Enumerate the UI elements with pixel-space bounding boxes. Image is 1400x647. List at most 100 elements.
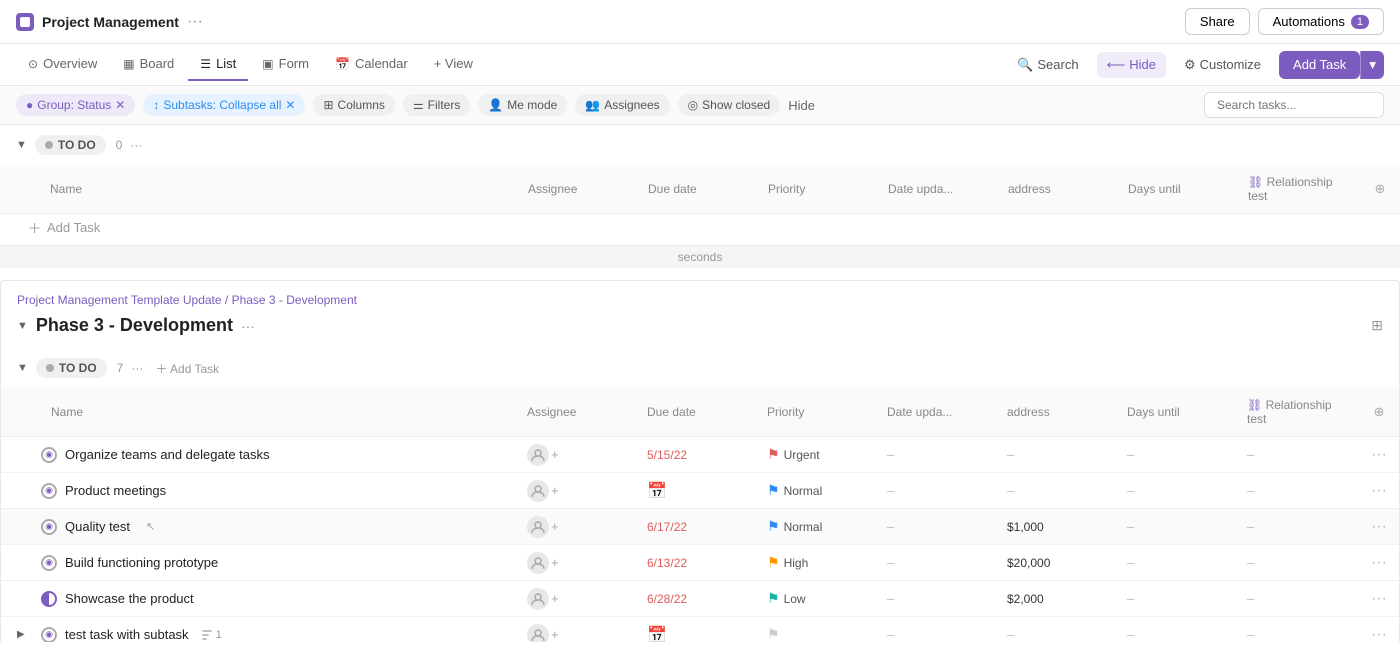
task-daysuntil-1: – bbox=[1119, 441, 1239, 468]
phase3-group-more[interactable]: ··· bbox=[131, 361, 143, 375]
phase3-collapse-arrow[interactable]: ▼ bbox=[17, 320, 28, 332]
task-name-6[interactable]: test task with subtask bbox=[65, 627, 189, 642]
task-dateupd-5: – bbox=[879, 585, 999, 612]
priority-flag-1: ⚑ bbox=[767, 446, 780, 463]
subtasks-close-icon[interactable]: ✕ bbox=[285, 98, 295, 112]
task-more-3[interactable]: ··· bbox=[1359, 518, 1399, 536]
assignee-plus-4[interactable]: + bbox=[551, 555, 559, 570]
priority-badge-3: ⚑ Normal bbox=[767, 518, 822, 535]
task-priority-5[interactable]: ⚑ Low bbox=[759, 584, 879, 613]
assignee-icon-2[interactable] bbox=[527, 480, 549, 502]
task-more-4[interactable]: ··· bbox=[1359, 554, 1399, 572]
tab-board-label: Board bbox=[140, 56, 175, 71]
task-duedate-3[interactable]: 6/17/22 bbox=[639, 514, 759, 540]
section-todo-top: ▼ TO DO 0 ··· Name Assignee Due date Pri… bbox=[0, 125, 1400, 246]
task-status-2[interactable]: ◉ bbox=[41, 483, 57, 499]
add-task-button[interactable]: Add Task bbox=[1279, 51, 1360, 79]
task-more-5[interactable]: ··· bbox=[1359, 590, 1399, 608]
tab-board[interactable]: ▦ Board bbox=[111, 48, 186, 81]
task-address-1: – bbox=[999, 441, 1119, 468]
task-duedate-5[interactable]: 6/28/22 bbox=[639, 586, 759, 612]
cursor-indicator: ↖ bbox=[146, 520, 155, 533]
task-status-4[interactable]: ◉ bbox=[41, 555, 57, 571]
task-name-2[interactable]: Product meetings bbox=[65, 483, 166, 498]
task-assignee-2: + bbox=[519, 474, 639, 508]
phase3-grid-icon[interactable]: ⊞ bbox=[1371, 317, 1383, 334]
assignee-icon-5[interactable] bbox=[527, 588, 549, 610]
col-daysuntil-top: Days until bbox=[1120, 176, 1240, 202]
col-add-p3[interactable]: ⊕ bbox=[1359, 398, 1399, 426]
task-name-1[interactable]: Organize teams and delegate tasks bbox=[65, 447, 270, 462]
col-add-top[interactable]: ⊕ bbox=[1360, 175, 1400, 203]
task-duedate-1[interactable]: 5/15/22 bbox=[639, 442, 759, 468]
task-more-1[interactable]: ··· bbox=[1359, 446, 1399, 464]
task-name-4[interactable]: Build functioning prototype bbox=[65, 555, 218, 570]
assignee-plus-5[interactable]: + bbox=[551, 591, 559, 606]
add-task-dropdown-button[interactable]: ▾ bbox=[1360, 51, 1384, 79]
assignee-plus-1[interactable]: + bbox=[551, 447, 559, 462]
assignee-icon-3[interactable] bbox=[527, 516, 549, 538]
task-priority-1[interactable]: ⚑ Urgent bbox=[759, 440, 879, 469]
project-menu-dots[interactable]: ··· bbox=[187, 13, 203, 31]
automations-button[interactable]: Automations 1 bbox=[1258, 8, 1384, 35]
task-more-6[interactable]: ··· bbox=[1359, 626, 1399, 643]
group-status-chip[interactable]: ● Group: Status ✕ bbox=[16, 94, 135, 116]
phase3-add-task-inline[interactable]: ＋ Add Task bbox=[155, 360, 219, 377]
phase3-dots[interactable]: ··· bbox=[241, 318, 255, 334]
hide-toolbar-button[interactable]: Hide bbox=[788, 98, 815, 113]
tab-list[interactable]: ☰ List bbox=[188, 48, 248, 81]
task-status-3[interactable]: ◉ bbox=[41, 519, 57, 535]
tab-form[interactable]: ▣ Form bbox=[250, 48, 321, 81]
group-status-close-icon[interactable]: ✕ bbox=[115, 98, 125, 112]
task-more-2[interactable]: ··· bbox=[1359, 482, 1399, 500]
task-duedate-4[interactable]: 6/13/22 bbox=[639, 550, 759, 576]
tab-calendar[interactable]: 📅 Calendar bbox=[323, 48, 420, 81]
task-priority-4[interactable]: ⚑ High bbox=[759, 548, 879, 577]
task-priority-3[interactable]: ⚑ Normal bbox=[759, 512, 879, 541]
share-button[interactable]: Share bbox=[1185, 8, 1250, 35]
phase3-status-badge: TO DO bbox=[36, 358, 107, 378]
assignee-icon-1[interactable] bbox=[527, 444, 549, 466]
task-priority-6[interactable]: ⚑ bbox=[759, 620, 879, 642]
me-mode-label: Me mode bbox=[507, 98, 557, 112]
task-status-6[interactable]: ◉ bbox=[41, 627, 57, 643]
me-mode-chip[interactable]: 👤 Me mode bbox=[478, 94, 567, 116]
collapse-arrow-top[interactable]: ▼ bbox=[16, 139, 27, 151]
add-task-row-top[interactable]: ＋ Add Task bbox=[0, 214, 1400, 245]
subtasks-chip[interactable]: ↕ Subtasks: Collapse all ✕ bbox=[143, 94, 305, 116]
hide-nav-button[interactable]: ⟵ Hide bbox=[1097, 52, 1166, 78]
assignee-icon-4[interactable] bbox=[527, 552, 549, 574]
filters-chip[interactable]: ⚌ Filters bbox=[403, 94, 470, 116]
task-assignee-5: + bbox=[519, 582, 639, 616]
show-closed-chip[interactable]: ◎ Show closed bbox=[678, 94, 781, 116]
assignee-plus-6[interactable]: + bbox=[551, 627, 559, 642]
assignee-plus-2[interactable]: + bbox=[551, 483, 559, 498]
customize-button[interactable]: ⚙ Customize bbox=[1174, 52, 1271, 78]
columns-chip[interactable]: ⊞ Columns bbox=[313, 94, 394, 116]
task-duedate-2[interactable]: 📅 bbox=[639, 475, 759, 507]
phase3-collapse-arrow2[interactable]: ▼ bbox=[17, 362, 28, 374]
expand-icon-6[interactable]: ▶ bbox=[17, 629, 33, 640]
task-name-3[interactable]: Quality test bbox=[65, 519, 130, 534]
task-duedate-6[interactable]: 📅 bbox=[639, 619, 759, 643]
automations-label: Automations bbox=[1273, 14, 1345, 29]
task-dateupd-3: – bbox=[879, 513, 999, 540]
filters-label: Filters bbox=[428, 98, 461, 112]
task-name-cell-6: ▶ ◉ test task with subtask 1 bbox=[1, 621, 519, 643]
search-nav-button[interactable]: 🔍 Search bbox=[1007, 52, 1088, 78]
task-status-5[interactable] bbox=[41, 591, 57, 607]
col-priority-top: Priority bbox=[760, 176, 880, 202]
assignee-icon-6[interactable] bbox=[527, 624, 549, 643]
tab-add-view[interactable]: + View bbox=[422, 48, 485, 81]
task-status-1[interactable]: ◉ bbox=[41, 447, 57, 463]
tab-overview[interactable]: ⊙ Overview bbox=[16, 48, 109, 81]
breadcrumb-text: Project Management Template Update / Pha… bbox=[17, 293, 357, 307]
task-priority-2[interactable]: ⚑ Normal bbox=[759, 476, 879, 505]
group-more-top[interactable]: ··· bbox=[130, 138, 142, 152]
search-tasks-input[interactable] bbox=[1204, 92, 1384, 118]
assignee-plus-3[interactable]: + bbox=[551, 519, 559, 534]
task-name-5[interactable]: Showcase the product bbox=[65, 591, 194, 606]
hide-nav-label: Hide bbox=[1129, 57, 1156, 72]
priority-badge-2: ⚑ Normal bbox=[767, 482, 822, 499]
assignees-chip[interactable]: 👥 Assignees bbox=[575, 94, 669, 116]
